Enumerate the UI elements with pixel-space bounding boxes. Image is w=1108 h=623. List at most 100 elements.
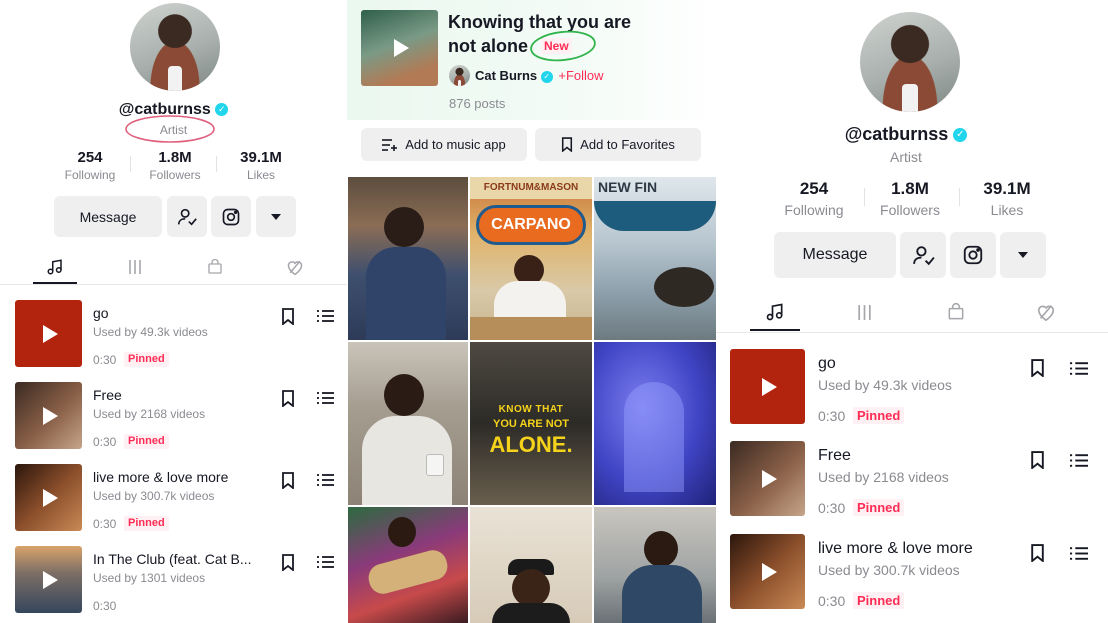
- artist-avatar[interactable]: [449, 65, 470, 86]
- play-icon: [43, 324, 58, 343]
- song-thumbnail[interactable]: [730, 441, 805, 516]
- stat-following[interactable]: 254 Following: [55, 149, 125, 182]
- caret-down-icon: [1018, 252, 1028, 258]
- follow-link[interactable]: +Follow: [558, 68, 603, 83]
- bookmark-button[interactable]: [278, 552, 298, 572]
- tab-shop[interactable]: [195, 253, 235, 281]
- tab-videos[interactable]: [844, 297, 884, 327]
- playlist-add-icon: [382, 138, 398, 151]
- more-dropdown-button[interactable]: [256, 196, 296, 237]
- video-thumbnail[interactable]: KNOW THAT YOU ARE NOT ALONE.: [470, 342, 592, 505]
- video-thumbnail[interactable]: [348, 342, 468, 505]
- message-label: Message: [802, 246, 868, 263]
- song-thumbnail[interactable]: [730, 534, 805, 609]
- video-thumbnail[interactable]: [594, 342, 716, 505]
- follow-status-button[interactable]: [167, 196, 207, 237]
- new-circle-annotation: [530, 30, 596, 62]
- stat-likes[interactable]: 39.1M Likes: [226, 149, 296, 182]
- song-thumbnail[interactable]: [15, 382, 82, 449]
- video-thumbnail[interactable]: [348, 177, 468, 340]
- video-thumbnail[interactable]: [470, 507, 592, 623]
- video-thumbnail[interactable]: [594, 507, 716, 623]
- role-label: Artist: [716, 149, 1096, 165]
- stat-following[interactable]: 254 Following: [774, 179, 854, 218]
- bookmark-button[interactable]: [278, 306, 298, 326]
- follow-status-button[interactable]: [900, 232, 946, 278]
- playlist-button[interactable]: [315, 388, 335, 408]
- tab-music[interactable]: [33, 253, 77, 281]
- stat-likes[interactable]: 39.1M Likes: [967, 179, 1047, 218]
- pinned-badge: Pinned: [124, 516, 169, 531]
- song-duration: 0:30: [93, 517, 117, 531]
- stat-num: 1.8M: [891, 179, 929, 198]
- shop-bag-icon: [208, 258, 222, 274]
- more-dropdown-button[interactable]: [1000, 232, 1046, 278]
- bookmark-icon: [282, 471, 294, 489]
- music-note-icon: [766, 303, 783, 321]
- tab-shop[interactable]: [936, 297, 976, 327]
- tab-videos[interactable]: [115, 253, 155, 281]
- bars-icon: [129, 260, 141, 274]
- bookmark-icon: [1030, 544, 1044, 562]
- pinned-badge: Pinned: [853, 499, 905, 516]
- song-thumbnail[interactable]: [730, 349, 805, 424]
- verified-icon: ✓: [953, 128, 968, 143]
- playlist-button[interactable]: [1068, 357, 1090, 379]
- bookmark-button[interactable]: [278, 388, 298, 408]
- stat-label: Likes: [990, 202, 1024, 218]
- avatar[interactable]: [860, 12, 960, 112]
- video-thumbnail[interactable]: NEW FIN: [594, 177, 716, 340]
- list-icon: [1070, 453, 1088, 467]
- verified-icon: ✓: [540, 70, 553, 83]
- stat-label: Following: [784, 202, 844, 218]
- playlist-button[interactable]: [1068, 449, 1090, 471]
- stat-followers[interactable]: 1.8M Followers: [870, 179, 950, 218]
- tab-music[interactable]: [750, 297, 800, 327]
- bookmark-button[interactable]: [1026, 357, 1048, 379]
- play-icon: [43, 488, 58, 507]
- stat-label: Followers: [149, 168, 201, 182]
- bookmark-icon: [282, 307, 294, 325]
- add-to-favorites-button[interactable]: Add to Favorites: [535, 128, 701, 161]
- username-row: @catburnss ✓: [716, 124, 1096, 145]
- message-button[interactable]: Message: [54, 196, 162, 237]
- song-usage: Used by 49.3k videos: [818, 377, 952, 393]
- add-to-music-app-button[interactable]: Add to music app: [361, 128, 527, 161]
- playlist-button[interactable]: [315, 470, 335, 490]
- shop-bag-icon: [948, 303, 964, 320]
- divider: [864, 188, 865, 206]
- video-thumbnail[interactable]: [348, 507, 468, 623]
- add-music-app-label: Add to music app: [405, 137, 506, 152]
- song-thumbnail[interactable]: [15, 300, 82, 367]
- person-head: [388, 517, 416, 547]
- song-duration: 0:30: [93, 599, 117, 613]
- message-button[interactable]: Message: [774, 232, 896, 278]
- tab-liked[interactable]: [275, 253, 315, 281]
- bookmark-button[interactable]: [1026, 449, 1048, 471]
- instagram-button[interactable]: [211, 196, 251, 237]
- playlist-button[interactable]: [315, 306, 335, 326]
- avatar[interactable]: [130, 3, 220, 91]
- playlist-button[interactable]: [1068, 542, 1090, 564]
- instagram-button[interactable]: [950, 232, 996, 278]
- person-head: [644, 531, 678, 567]
- person-head: [384, 374, 424, 416]
- stat-followers[interactable]: 1.8M Followers: [140, 149, 210, 182]
- artist-name[interactable]: Cat Burns: [475, 68, 537, 83]
- song-thumbnail[interactable]: [15, 464, 82, 531]
- table: [470, 317, 592, 340]
- playlist-button[interactable]: [315, 552, 335, 572]
- pinned-badge: Pinned: [853, 592, 905, 609]
- person-body: [622, 565, 702, 623]
- sound-cover[interactable]: [361, 10, 438, 86]
- play-icon: [394, 39, 409, 57]
- song-thumbnail[interactable]: [15, 546, 82, 613]
- list-icon: [316, 556, 334, 568]
- song-title: live more & love more: [818, 540, 973, 557]
- song-title: Free: [818, 447, 851, 464]
- tab-liked[interactable]: [1026, 297, 1066, 327]
- overlay-line3: ALONE.: [489, 432, 573, 457]
- bookmark-button[interactable]: [278, 470, 298, 490]
- bookmark-button[interactable]: [1026, 542, 1048, 564]
- video-thumbnail[interactable]: FORTNUM&MASON CARPANO: [470, 177, 592, 340]
